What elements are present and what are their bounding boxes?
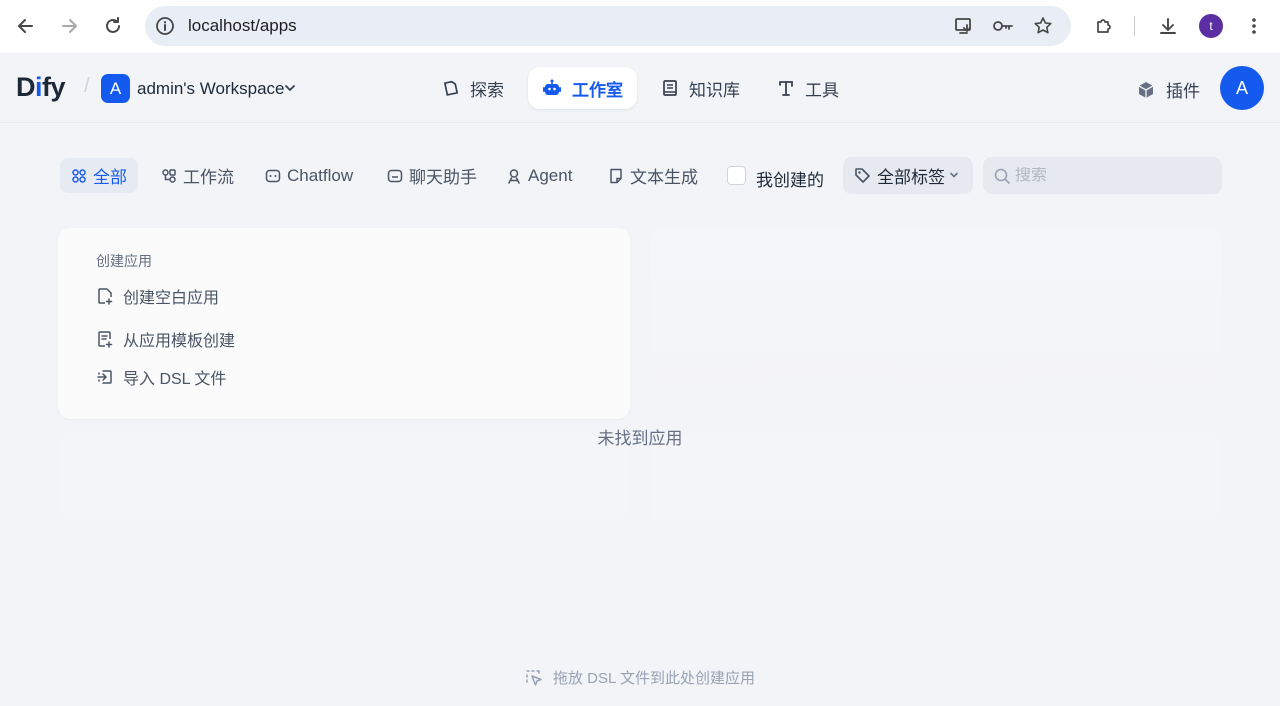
create-item-label: 导入 DSL 文件 (123, 371, 227, 388)
reload-button[interactable] (98, 11, 128, 41)
placeholder-card (58, 437, 630, 602)
placeholder-card (651, 228, 1222, 419)
reload-icon (106, 17, 120, 33)
explore-icon (443, 80, 459, 96)
nav-label: 工具 (805, 80, 839, 100)
plugin-button[interactable]: 插件 (1136, 77, 1200, 102)
text-doc-icon (610, 168, 622, 183)
password-key-icon[interactable] (992, 15, 1014, 37)
robot-icon (543, 79, 561, 95)
tab-label: 全部 (93, 168, 127, 187)
created-by-me-label[interactable]: 我创建的 (756, 166, 824, 191)
app-header: Dify / A admin's Workspace 探索 工作室 知识库 工具… (0, 53, 1280, 123)
search-icon (994, 168, 1010, 184)
nav-label: 探索 (470, 80, 504, 100)
url-text[interactable]: localhost/apps (188, 16, 297, 36)
workspace-avatar[interactable]: A (101, 74, 130, 103)
download-icon (1160, 18, 1176, 34)
nav-label: 知识库 (689, 80, 740, 100)
logo-part: i (35, 72, 43, 102)
tab-chatflow[interactable]: Chatflow (254, 158, 364, 193)
grid-icon (72, 168, 86, 183)
create-item-label: 创建空白应用 (123, 290, 220, 307)
arrow-right-icon (62, 19, 77, 33)
nav-label: 工作室 (572, 80, 623, 100)
back-button[interactable] (11, 11, 41, 41)
agent-icon (508, 168, 520, 184)
kebab-menu-icon (1252, 18, 1256, 34)
search-field[interactable] (983, 157, 1222, 194)
create-from-template-button[interactable]: 从应用模板创建 (96, 327, 235, 351)
import-dsl-button[interactable]: 导入 DSL 文件 (96, 365, 226, 389)
plugin-label: 插件 (1166, 82, 1200, 101)
puzzle-icon (1097, 19, 1111, 33)
header-divider: / (84, 75, 90, 97)
tag-filter-label: 全部标签 (877, 168, 945, 187)
address-bar[interactable]: localhost/apps (145, 6, 1071, 46)
workspace-name[interactable]: admin's Workspace (137, 79, 285, 99)
dify-logo[interactable]: Dify (16, 72, 66, 103)
drop-hint-text: 拖放 DSL 文件到此处创建应用 (553, 670, 755, 687)
nav-studio[interactable]: 工作室 (528, 67, 637, 109)
tag-filter-dropdown[interactable]: 全部标签 (843, 157, 973, 194)
chat-bubble-icon (387, 169, 403, 182)
user-avatar[interactable]: A (1220, 66, 1264, 110)
tab-label: 文本生成 (630, 168, 698, 187)
create-app-title: 创建应用 (96, 253, 152, 269)
forward-button[interactable] (54, 11, 84, 41)
arrow-left-icon (18, 19, 33, 33)
logo-part: D (16, 72, 36, 102)
book-icon (663, 80, 677, 96)
template-icon (98, 331, 113, 348)
search-input[interactable] (1015, 166, 1215, 185)
workflow-icon (162, 168, 176, 183)
menu-button[interactable] (1239, 11, 1269, 41)
nav-tools[interactable]: 工具 (763, 67, 853, 109)
tab-workflow[interactable]: 工作流 (150, 158, 245, 193)
created-by-me-checkbox[interactable] (727, 166, 746, 185)
tab-chat-assistant[interactable]: 聊天助手 (376, 158, 488, 193)
tag-icon (855, 168, 870, 183)
install-app-icon[interactable] (953, 15, 975, 37)
tab-all[interactable]: 全部 (60, 158, 138, 193)
logo-part: fy (42, 72, 66, 102)
create-app-card: 创建应用 创建空白应用 从应用模板创建 导入 DSL 文件 (58, 228, 630, 419)
cube-icon (1138, 81, 1154, 98)
workspace-initial: A (109, 78, 122, 98)
bookmark-star-icon[interactable] (1032, 15, 1054, 37)
tab-label: 聊天助手 (409, 168, 477, 187)
chatflow-icon (265, 169, 281, 182)
empty-state-text: 未找到应用 (597, 429, 683, 448)
placeholder-card (651, 437, 1222, 602)
tab-text-generation[interactable]: 文本生成 (597, 158, 709, 193)
downloads-button[interactable] (1153, 11, 1183, 41)
nav-knowledge[interactable]: 知识库 (647, 67, 754, 109)
tab-agent[interactable]: Agent (495, 158, 583, 193)
chevron-down-icon (950, 172, 958, 178)
drag-drop-icon (526, 669, 542, 686)
tab-label: Chatflow (287, 165, 354, 185)
profile-initial: t (1209, 19, 1213, 33)
tab-label: Agent (528, 165, 573, 185)
chevron-down-icon[interactable] (283, 81, 297, 95)
site-info-icon[interactable] (155, 16, 175, 36)
tab-label: 工作流 (183, 168, 234, 187)
extensions-button[interactable] (1089, 11, 1119, 41)
new-file-icon (98, 288, 113, 305)
nav-explore[interactable]: 探索 (428, 67, 518, 109)
create-blank-app-button[interactable]: 创建空白应用 (96, 284, 219, 308)
user-initial: A (1235, 77, 1248, 98)
tool-icon (779, 81, 793, 96)
browser-toolbar: localhost/apps t (0, 0, 1280, 53)
profile-avatar[interactable]: t (1199, 14, 1223, 38)
toolbar-divider (1134, 16, 1135, 36)
import-icon (97, 370, 112, 384)
drop-dsl-hint: 拖放 DSL 文件到此处创建应用 (0, 667, 1280, 688)
create-item-label: 从应用模板创建 (123, 333, 236, 350)
